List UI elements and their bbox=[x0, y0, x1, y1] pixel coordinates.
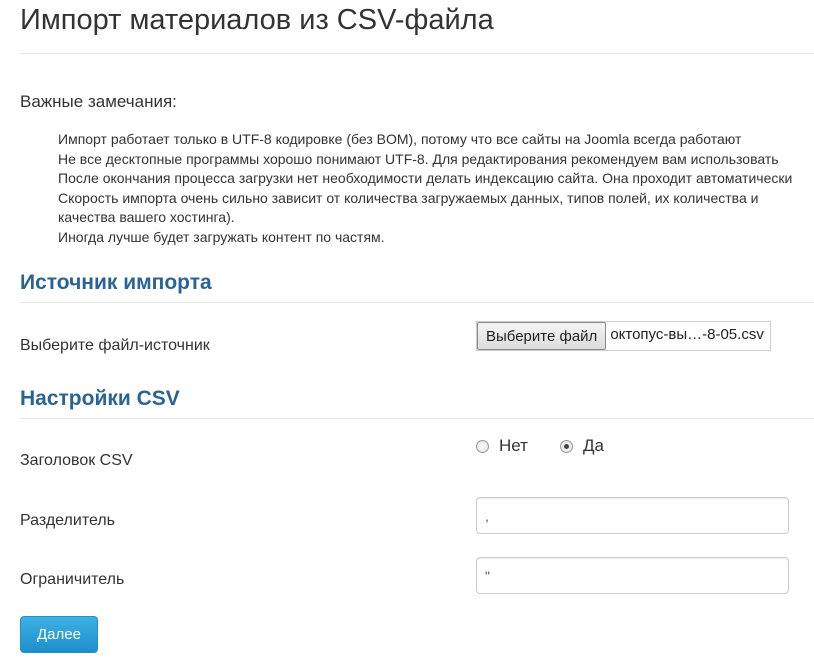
radio-option-no[interactable]: Нет bbox=[476, 436, 528, 456]
note-text: Не все десктопные программы хорошо поним… bbox=[58, 150, 779, 167]
page-title: Импорт материалов из CSV-файла bbox=[20, 4, 494, 36]
list-item: Не все десктопные программы хорошо поним… bbox=[58, 150, 814, 170]
radio-yes[interactable] bbox=[559, 439, 573, 453]
csv-header-radio-group: Нет Да bbox=[476, 436, 636, 456]
csv-section-divider bbox=[20, 418, 814, 419]
notes-list: Импорт работает только в UTF-8 кодировке… bbox=[20, 130, 814, 247]
list-item: После окончания процесса загрузки нет не… bbox=[58, 169, 814, 189]
source-section-title: Источник импорта bbox=[20, 271, 212, 294]
title-divider bbox=[20, 53, 814, 54]
radio-option-yes[interactable]: Да bbox=[559, 436, 604, 456]
source-section-divider bbox=[20, 302, 814, 303]
radio-no-label: Нет bbox=[499, 436, 528, 455]
delimiter-label: Разделитель bbox=[20, 512, 116, 529]
file-picker[interactable]: Выберите файл октопус-вы…-8-05.csv bbox=[476, 321, 771, 351]
radio-no[interactable] bbox=[476, 439, 489, 453]
next-button[interactable]: Далее bbox=[20, 616, 98, 653]
csv-section-title: Настройки CSV bbox=[20, 387, 180, 410]
note-text: Импорт работает только в UTF-8 кодировке… bbox=[58, 131, 742, 147]
choose-file-button[interactable]: Выберите файл bbox=[477, 322, 607, 350]
enclosure-input[interactable] bbox=[476, 557, 789, 594]
notes-heading: Важные замечания: bbox=[20, 92, 177, 111]
note-text: Скорость импорта очень сильно зависит от… bbox=[58, 189, 759, 206]
radio-yes-label: Да bbox=[582, 436, 604, 455]
file-source-label: Выберите файл-источник bbox=[20, 337, 210, 354]
note-text: После окончания процесса загрузки нет не… bbox=[58, 170, 793, 186]
enclosure-label: Ограничитель bbox=[20, 571, 125, 588]
list-item: Скорость импорта очень сильно зависит от… bbox=[58, 189, 814, 248]
note-text-continued: качества вашего хостинга). bbox=[58, 209, 235, 225]
note-text-continued: Иногда лучше будет загружать контент по … bbox=[58, 228, 385, 245]
delimiter-input[interactable] bbox=[476, 497, 789, 534]
selected-file-name: октопус-вы…-8-05.csv bbox=[610, 326, 764, 343]
csv-header-label: Заголовок CSV bbox=[20, 452, 133, 469]
list-item: Импорт работает только в UTF-8 кодировке… bbox=[58, 130, 814, 150]
